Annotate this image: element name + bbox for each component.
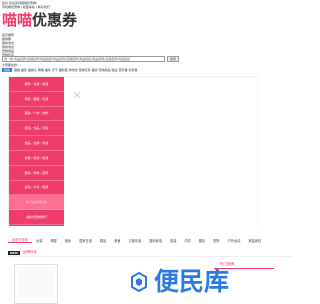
side-menu-item[interactable]: 运动 / 户外 / 健身 [9, 181, 64, 196]
side-menu-item-hot-brands[interactable]: 热门品牌排行榜 [9, 195, 64, 211]
search-bar: 搜一搜:商品名称/店铺名称/商品链接/商品名称/店铺名称/商品链接/商品名称/店… [2, 56, 180, 62]
logo-accent: 喵喵 [2, 11, 33, 29]
category-side-menu: 服饰 / 女装 / 男装 母婴 / 童装 / 玩具 美妆 / 个护 / 洗护 鞋… [9, 77, 64, 240]
nav-tab[interactable]: 数码家电 [145, 238, 166, 243]
side-menu-item[interactable]: 美妆 / 个护 / 洗护 [9, 107, 64, 122]
nav-tab[interactable]: 户外运动 [224, 238, 245, 243]
search-hint: 大家都在搜: [2, 63, 19, 67]
banner-area[interactable] [65, 77, 258, 226]
side-menu-item[interactable]: 服饰 / 女装 / 男装 [9, 77, 64, 92]
arrow-icon[interactable] [73, 91, 81, 99]
side-menu-item[interactable]: 数码 / 家电 / 配件 [9, 166, 64, 181]
top-links[interactable]: 手机看优惠券 | 收藏本站 | 联系我们 [2, 5, 62, 9]
watermark-logo-icon [131, 271, 147, 293]
nav-tab[interactable]: 女装 [32, 238, 46, 243]
category-nav: 全部优惠券 女装 母婴 美妆 居家日用 鞋品 美食 文娱车品 数码家电 男装 内… [8, 236, 292, 244]
main-area: 服饰 / 女装 / 男装 母婴 / 童装 / 玩具 美妆 / 个护 / 洗护 鞋… [8, 76, 258, 240]
nav-tab[interactable]: 男装 [166, 238, 180, 243]
hot-search-tag: 热搜 [2, 68, 13, 72]
side-menu-item[interactable]: 最新优惠券排行 [9, 210, 64, 225]
product-image[interactable] [17, 267, 55, 297]
nav-tab[interactable]: 鞋品 [96, 238, 110, 243]
side-menu-item[interactable]: 家居 / 家纺 / 家具 [9, 151, 64, 166]
nav-tab[interactable]: 全部优惠券 [8, 237, 32, 243]
category-links: 首页推荐 猫狗粮 猫咪零食 狗狗零食 宠物用品 宠物玩具 [2, 33, 42, 57]
hot-search-row: 热搜 猫粮 猫砂 猫罐头 狗粮 猫条 冻干 猫抓板 狗零食 宠物玩具 猫窝 宠物… [2, 68, 137, 72]
search-button[interactable]: 搜索 [167, 56, 180, 62]
nav-tab[interactable]: 美食 [110, 238, 124, 243]
side-menu-item[interactable]: 母婴 / 童装 / 玩具 [9, 92, 64, 107]
nav-tab[interactable]: 文娱车品 [125, 238, 146, 243]
nav-tab[interactable]: 家装家纺 [244, 238, 265, 243]
nav-tab[interactable]: 配饰 [209, 238, 223, 243]
section-header: NEW 品牌特卖 [8, 249, 292, 257]
nav-tab[interactable]: 美妆 [61, 238, 75, 243]
nav-tab[interactable]: 箱包 [195, 238, 209, 243]
side-menu-item[interactable]: 食品 / 生鲜 / 零食 [9, 136, 64, 151]
nav-tab[interactable]: 居家日用 [75, 238, 96, 243]
side-menu-item[interactable]: 鞋包 / 饰品 / 手表 [9, 121, 64, 137]
site-logo[interactable]: 喵喵优惠券 [2, 12, 77, 28]
top-bar: 您好,欢迎来到喵喵优惠券! 手机看优惠券 | 收藏本站 | 联系我们 [2, 1, 62, 9]
logo-rest: 优惠券 [32, 11, 78, 29]
new-badge: NEW [8, 250, 20, 255]
nav-tab[interactable]: 母婴 [46, 238, 60, 243]
watermark-text: 便民库 [154, 267, 230, 296]
search-input[interactable]: 搜一搜:商品名称/店铺名称/商品链接/商品名称/店铺名称/商品链接/商品名称/店… [2, 56, 165, 62]
section-title[interactable]: 品牌特卖 [23, 250, 37, 255]
product-card[interactable] [14, 264, 58, 304]
watermark: 便民库 [128, 268, 229, 296]
nav-tab[interactable]: 内衣 [180, 238, 194, 243]
hot-search-terms[interactable]: 猫粮 猫砂 猫罐头 狗粮 猫条 冻干 猫抓板 狗零食 宠物玩具 猫窝 宠物用品 … [14, 68, 137, 72]
